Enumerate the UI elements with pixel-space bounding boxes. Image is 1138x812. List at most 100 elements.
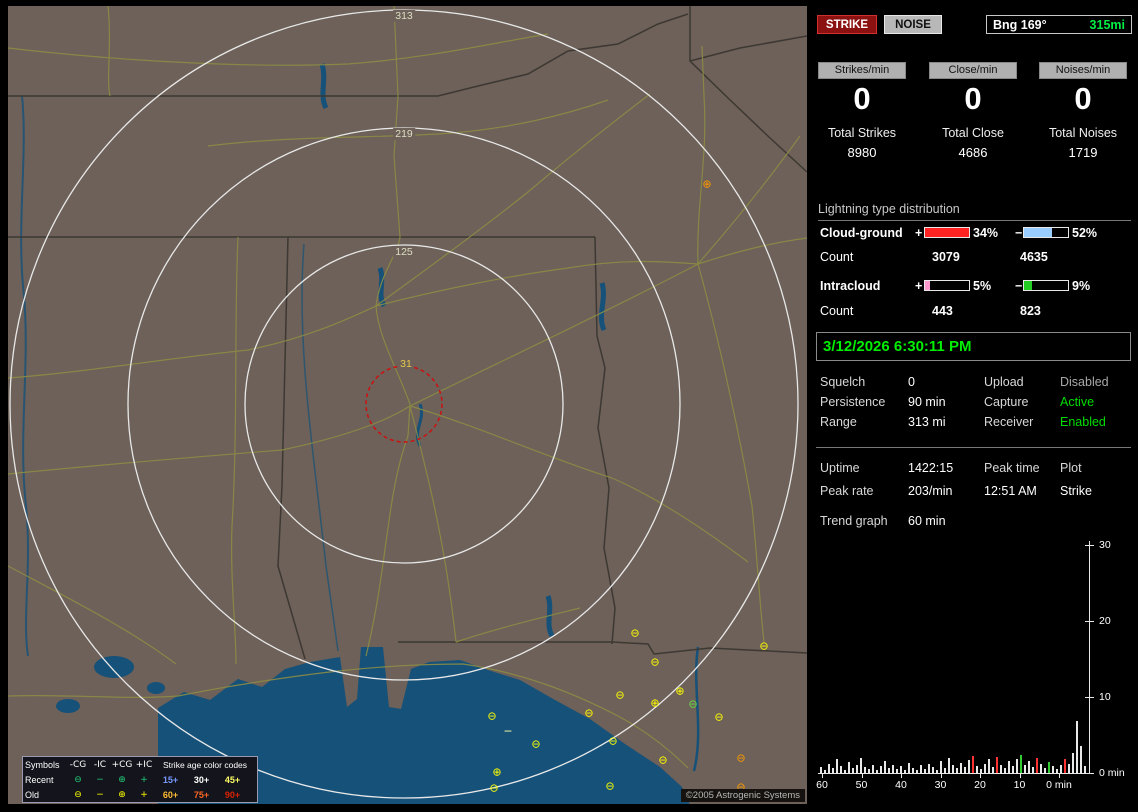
intracloud-row: Intracloud + 5% − 9% bbox=[818, 279, 1133, 293]
x-axis-tick bbox=[1059, 774, 1060, 778]
intracloud-positive-count: 443 bbox=[932, 304, 953, 318]
strike-symbol: ⊖ bbox=[531, 739, 540, 750]
strikes-per-min-button[interactable]: Strikes/min bbox=[818, 62, 906, 79]
x-axis-tick bbox=[822, 774, 823, 778]
squelch-label: Squelch bbox=[820, 375, 865, 389]
lake bbox=[56, 699, 80, 713]
range-ring-label: 31 bbox=[398, 358, 414, 370]
strike-button[interactable]: STRIKE bbox=[817, 15, 877, 34]
peak-rate-value: 203/min bbox=[908, 484, 952, 498]
trend-bar bbox=[920, 765, 922, 773]
x-axis-tick-label: 20 bbox=[963, 779, 997, 791]
noises-per-min-button[interactable]: Noises/min bbox=[1039, 62, 1127, 79]
peak-time-label: Peak time bbox=[984, 461, 1040, 475]
trend-bar bbox=[952, 765, 954, 773]
trend-bar bbox=[896, 769, 898, 773]
trend-bar bbox=[1052, 766, 1054, 773]
x-axis bbox=[818, 773, 1090, 774]
peak-rate-label: Peak rate bbox=[820, 484, 874, 498]
legend-strike-icon: ⊖ bbox=[67, 775, 89, 785]
x-axis-tick-label: 40 bbox=[884, 779, 918, 791]
intracloud-negative-count: 823 bbox=[1020, 304, 1041, 318]
trend-graph-chart: 3020100 min6050403020100 min bbox=[816, 538, 1138, 806]
receiver-status: Enabled bbox=[1060, 415, 1106, 429]
trend-bar bbox=[996, 757, 998, 773]
legend-age-code: 75+ bbox=[186, 790, 217, 800]
trend-graph-label: Trend graph bbox=[820, 514, 888, 528]
cloud-ground-negative-bar bbox=[1023, 227, 1069, 238]
trend-bar bbox=[1076, 721, 1078, 773]
trend-bar bbox=[1020, 755, 1022, 773]
trend-bar bbox=[968, 760, 970, 773]
trend-bar bbox=[1064, 759, 1066, 773]
trend-bar bbox=[940, 761, 942, 773]
trend-bar bbox=[988, 759, 990, 773]
y-axis-tick bbox=[1085, 697, 1094, 698]
x-axis-tick-label: 30 bbox=[924, 779, 958, 791]
uptime-label: Uptime bbox=[820, 461, 860, 475]
trend-bar bbox=[944, 768, 946, 773]
x-axis-tick bbox=[941, 774, 942, 778]
trend-bar bbox=[984, 764, 986, 773]
trend-bar bbox=[1036, 758, 1038, 773]
settings-row: Range 313 mi Receiver Enabled bbox=[818, 415, 1133, 430]
cloud-ground-positive-bar bbox=[924, 227, 970, 238]
total-noises-value: 1719 bbox=[1039, 145, 1127, 160]
y-axis-tick bbox=[1085, 545, 1094, 546]
close-per-min-button[interactable]: Close/min bbox=[929, 62, 1017, 79]
legend-age-code: 90+ bbox=[217, 790, 248, 800]
trend-bar bbox=[888, 768, 890, 773]
trend-bar bbox=[1012, 766, 1014, 773]
intracloud-count-row: Count 443 823 bbox=[818, 304, 1133, 318]
trend-bar bbox=[836, 759, 838, 773]
range-value: 315mi bbox=[1090, 18, 1125, 32]
legend-age-code: 60+ bbox=[155, 790, 186, 800]
trend-graph-window: 60 min bbox=[908, 514, 946, 528]
strike-symbol: − bbox=[503, 726, 512, 737]
strike-symbol: ⊖ bbox=[688, 699, 697, 710]
x-axis-tick-label: 60 bbox=[805, 779, 839, 791]
toolbar: STRIKE NOISE Bng 169° 315mi bbox=[817, 15, 1132, 35]
x-axis-tick bbox=[901, 774, 902, 778]
plus-sign: + bbox=[915, 226, 922, 240]
persistence-value: 90 min bbox=[908, 395, 946, 409]
range-ring-label: 125 bbox=[393, 246, 415, 258]
radar-map[interactable]: 313 219 125 31 Symbols -CG -IC +CG +IC S… bbox=[8, 6, 807, 804]
cloud-ground-count-row: Count 3079 4635 bbox=[818, 250, 1133, 264]
total-close-value: 4686 bbox=[929, 145, 1017, 160]
datetime-display: 3/12/2026 6:30:11 PM bbox=[816, 332, 1131, 361]
trend-bar bbox=[848, 762, 850, 773]
trend-bar bbox=[992, 767, 994, 773]
plot-label: Plot bbox=[1060, 461, 1082, 475]
trend-bar bbox=[860, 758, 862, 773]
upload-label: Upload bbox=[984, 375, 1024, 389]
divider bbox=[816, 447, 1131, 448]
trend-bar bbox=[852, 768, 854, 773]
trend-bar bbox=[884, 761, 886, 773]
legend-col-header: -CG bbox=[67, 760, 89, 770]
uptime-value: 1422:15 bbox=[908, 461, 953, 475]
legend-old-row: Old⊖−⊕+60+75+90+ bbox=[23, 787, 257, 802]
y-axis-tick-label: 10 bbox=[1099, 691, 1111, 703]
intracloud-positive-bar bbox=[924, 280, 970, 291]
trend-bar bbox=[916, 770, 918, 773]
noise-button[interactable]: NOISE bbox=[884, 15, 942, 34]
stats-row: Uptime 1422:15 Peak time Plot bbox=[818, 461, 1133, 476]
cloud-ground-negative-pct: 52% bbox=[1072, 226, 1097, 240]
trend-bar bbox=[1084, 766, 1086, 773]
trend-bar bbox=[976, 766, 978, 773]
y-axis-tick-label: 30 bbox=[1099, 539, 1111, 551]
close-per-min-value: 0 bbox=[929, 83, 1017, 115]
minus-sign: − bbox=[1015, 279, 1022, 293]
y-axis bbox=[1089, 541, 1090, 774]
trend-bar bbox=[1056, 769, 1058, 773]
legend-age-code: 30+ bbox=[186, 775, 217, 785]
copyright: ©2005 Astrogenic Systems bbox=[681, 789, 805, 802]
strike-symbol: ⊖ bbox=[615, 690, 624, 701]
strike-symbol: ⊖ bbox=[605, 781, 614, 792]
stats-row: Peak rate 203/min 12:51 AM Strike bbox=[818, 484, 1133, 499]
legend-age-title: Strike age color codes bbox=[155, 760, 255, 770]
strikes-per-min-value: 0 bbox=[818, 83, 906, 115]
trend-bar bbox=[1008, 761, 1010, 773]
trend-bar bbox=[912, 768, 914, 773]
